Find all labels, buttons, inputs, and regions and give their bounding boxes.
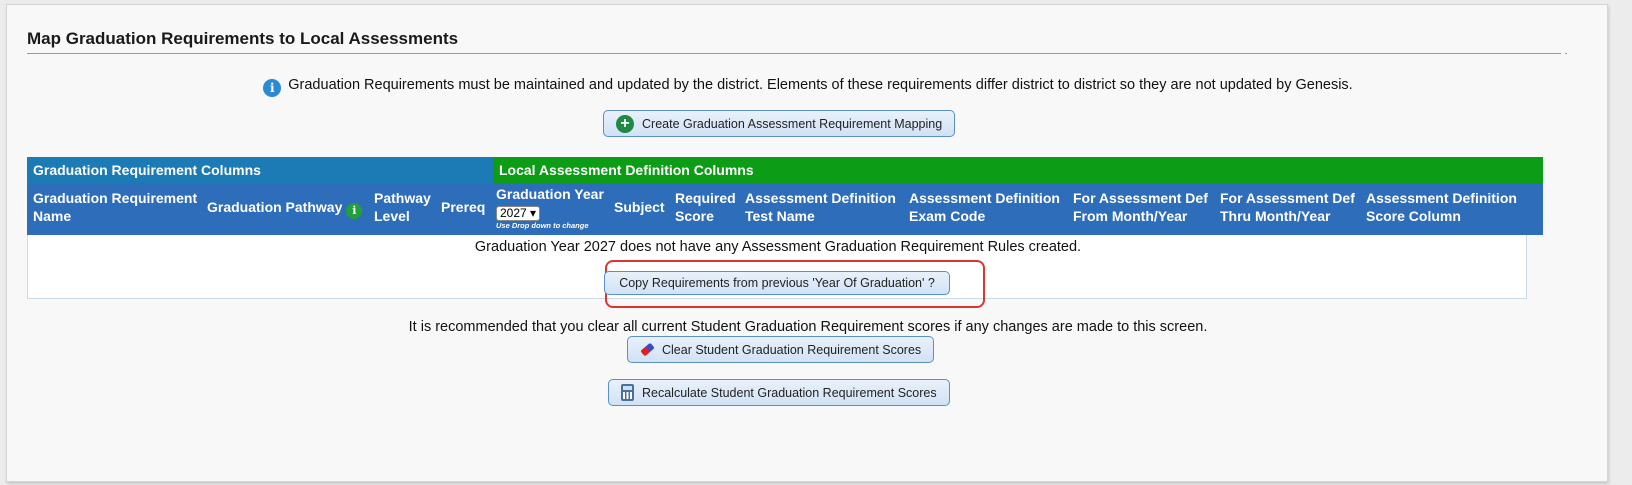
column-header-row: Graduation Requirement Name Graduation P… bbox=[27, 183, 1543, 235]
info-text: Graduation Requirements must be maintain… bbox=[288, 77, 1353, 93]
main-panel: Map Graduation Requirements to Local Ass… bbox=[6, 4, 1608, 482]
col-graduation-pathway: Graduation Pathway i bbox=[207, 198, 363, 219]
eraser-icon bbox=[640, 343, 654, 357]
col-score-column: Assessment Definition Score Column bbox=[1366, 190, 1517, 224]
col-subject: Subject bbox=[614, 199, 665, 215]
create-mapping-button[interactable]: + Create Graduation Assessment Requireme… bbox=[603, 110, 956, 137]
col-from-month-year: For Assessment Def From Month/Year bbox=[1073, 190, 1208, 224]
empty-message: Graduation Year 2027 does not have any A… bbox=[474, 239, 1082, 255]
col-prereq: Prereq bbox=[441, 199, 486, 215]
calculator-icon bbox=[621, 384, 634, 401]
create-mapping-label: Create Graduation Assessment Requirement… bbox=[642, 116, 943, 131]
copy-requirements-label: Copy Requirements from previous 'Year Of… bbox=[619, 276, 935, 290]
col-thru-month-year: For Assessment Def Thru Month/Year bbox=[1220, 190, 1355, 224]
col-test-name: Assessment Definition Test Name bbox=[745, 190, 896, 224]
clear-scores-label: Clear Student Graduation Requirement Sco… bbox=[662, 342, 922, 357]
col-graduation-year: Graduation Year 2027 ▾ Use Drop down to … bbox=[496, 186, 604, 230]
table-empty-area: Graduation Year 2027 does not have any A… bbox=[27, 235, 1527, 308]
info-message: i Graduation Requirements must be maintai… bbox=[7, 77, 1609, 97]
col-exam-code: Assessment Definition Exam Code bbox=[909, 190, 1060, 224]
page-title: Map Graduation Requirements to Local Ass… bbox=[27, 29, 459, 48]
recalculate-scores-label: Recalculate Student Graduation Requireme… bbox=[642, 385, 937, 400]
section-local-assessment-columns: Local Assessment Definition Columns bbox=[493, 157, 1543, 183]
col-pathway-level: Pathway Level bbox=[374, 190, 431, 224]
recalculate-scores-button[interactable]: Recalculate Student Graduation Requireme… bbox=[608, 379, 950, 406]
graduation-year-select[interactable]: 2027 ▾ bbox=[496, 206, 541, 221]
title-divider bbox=[27, 53, 1567, 54]
col-requirement-name: Graduation Requirement Name bbox=[33, 190, 198, 224]
copy-requirements-button[interactable]: Copy Requirements from previous 'Year Of… bbox=[604, 271, 950, 295]
clear-scores-button[interactable]: Clear Student Graduation Requirement Sco… bbox=[627, 336, 935, 363]
graduation-year-hint: Use Drop down to change bbox=[496, 221, 589, 230]
plus-circle-icon: + bbox=[616, 114, 634, 133]
info-green-icon[interactable]: i bbox=[346, 203, 363, 219]
section-graduation-requirement-columns: Graduation Requirement Columns bbox=[27, 157, 493, 183]
recommendation-text: It is recommended that you clear all cur… bbox=[408, 319, 1208, 335]
col-required-score: Required Score bbox=[675, 190, 736, 224]
info-icon: i bbox=[263, 79, 282, 97]
